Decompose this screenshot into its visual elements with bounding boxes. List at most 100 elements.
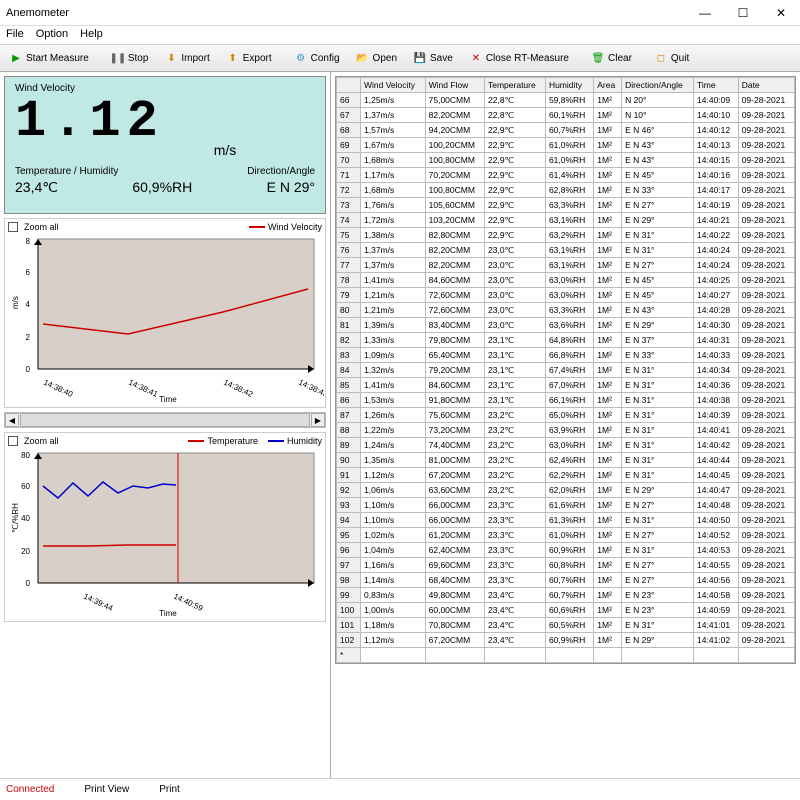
table-row[interactable]: 871,26m/s75,60CMM23,2℃65,0%RH1M²E N 31°1… [337, 408, 795, 423]
svg-text:14:38:43: 14:38:43 [297, 378, 324, 400]
table-row[interactable]: 941,10m/s66,00CMM23,3℃61,3%RH1M²E N 31°1… [337, 513, 795, 528]
gear-icon: ⚙ [294, 51, 308, 65]
table-row[interactable]: 961,04m/s62,40CMM23,3℃60,9%RH1M²E N 31°1… [337, 543, 795, 558]
export-button[interactable]: ⬆Export [219, 46, 279, 70]
col-header[interactable]: Date [738, 78, 794, 93]
save-button[interactable]: 💾Save [406, 46, 460, 70]
titlebar: Anemometer — ☐ ✕ [0, 0, 800, 26]
table-row[interactable]: 761,37m/s82,20CMM23,0℃63,1%RH1M²E N 31°1… [337, 243, 795, 258]
table-row[interactable]: 931,10m/s66,00CMM23,3℃61,6%RH1M²E N 27°1… [337, 498, 795, 513]
table-row[interactable]: 891,24m/s74,40CMM23,2℃63,0%RH1M²E N 31°1… [337, 438, 795, 453]
zoom-all-checkbox-1[interactable] [8, 222, 18, 232]
chart-scrollbar[interactable]: ◀ ▶ [4, 412, 326, 428]
table-row[interactable]: 821,33m/s79,80CMM23,1℃64,8%RH1M²E N 37°1… [337, 333, 795, 348]
table-row[interactable]: 751,38m/s82,80CMM22,9℃63,2%RH1M²E N 31°1… [337, 228, 795, 243]
menu-file[interactable]: File [6, 28, 24, 42]
col-header[interactable] [337, 78, 361, 93]
svg-text:0: 0 [26, 365, 31, 374]
table-row[interactable]: 781,41m/s84,60CMM23,0℃63,0%RH1M²E N 45°1… [337, 273, 795, 288]
close-rt-button[interactable]: ✕Close RT-Measure [462, 46, 576, 70]
table-row[interactable]: 711,17m/s70,20CMM22,9℃61,4%RH1M²E N 45°1… [337, 168, 795, 183]
table-row[interactable]: 701,68m/s100,80CMM22,9℃61,0%RH1M²E N 43°… [337, 153, 795, 168]
lcd-wind-value: 1.12 [15, 96, 315, 148]
toolbar: ▶Start Measure ❚❚Stop ⬇Import ⬆Export ⚙C… [0, 44, 800, 72]
svg-text:6: 6 [26, 268, 31, 277]
open-button[interactable]: 📂Open [349, 46, 404, 70]
table-row[interactable]: 951,02m/s61,20CMM23,3℃61,0%RH1M²E N 27°1… [337, 528, 795, 543]
import-icon: ⬇ [164, 51, 178, 65]
table-row[interactable]: 981,14m/s68,40CMM23,3℃60,7%RH1M²E N 27°1… [337, 573, 795, 588]
table-row[interactable]: 661,25m/s75,00CMM22,8℃59,8%RH1M²N 20°14:… [337, 93, 795, 108]
col-header[interactable]: Wind Velocity [361, 78, 426, 93]
svg-text:2: 2 [26, 333, 31, 342]
scroll-left-icon[interactable]: ◀ [5, 413, 19, 427]
data-grid[interactable]: Wind VelocityWind FlowTemperatureHumidit… [335, 76, 796, 664]
table-row[interactable]: 681,57m/s94,20CMM22,9℃60,7%RH1M²E N 46°1… [337, 123, 795, 138]
table-row[interactable]: 741,72m/s103,20CMM22,9℃63,1%RH1M²E N 29°… [337, 213, 795, 228]
table-row[interactable]: 1001,00m/s60,00CMM23,4℃60,6%RH1M²E N 23°… [337, 603, 795, 618]
start-measure-button[interactable]: ▶Start Measure [2, 46, 96, 70]
lcd-hum: 60,9%RH [132, 179, 192, 196]
menu-option[interactable]: Option [36, 28, 68, 42]
svg-text:20: 20 [21, 547, 30, 556]
table-row[interactable]: 791,21m/s72,60CMM23,0℃63,0%RH1M²E N 45°1… [337, 288, 795, 303]
svg-text:m/s: m/s [11, 296, 20, 309]
wind-velocity-chart[interactable]: 0 2 4 6 8 14:38:40 14:38:41 14:38:42 14:… [8, 234, 324, 404]
col-header[interactable]: Time [694, 78, 739, 93]
trash-icon: 🗑 [591, 51, 605, 65]
table-row[interactable]: 671,37m/s82,20CMM22,8℃60,1%RH1M²N 10°14:… [337, 108, 795, 123]
temp-hum-chart-panel: Zoom all Temperature Humidity 0 20 40 60… [4, 432, 326, 622]
table-row[interactable]: 881,22m/s73,20CMM23,2℃63,9%RH1M²E N 31°1… [337, 423, 795, 438]
print-view-button[interactable]: Print View [84, 784, 129, 795]
svg-text:60: 60 [21, 482, 30, 491]
svg-text:Time: Time [159, 395, 177, 404]
table-row[interactable]: 721,68m/s100,80CMM22,9℃62,8%RH1M²E N 33°… [337, 183, 795, 198]
quit-icon: ◻ [654, 51, 668, 65]
menu-help[interactable]: Help [80, 28, 103, 42]
table-row[interactable]: 841,32m/s79,20CMM23,1℃67,4%RH1M²E N 31°1… [337, 363, 795, 378]
table-row[interactable]: 921,06m/s63,60CMM23,2℃62,0%RH1M²E N 29°1… [337, 483, 795, 498]
table-row[interactable]: 831,09m/s65,40CMM23,1℃66,8%RH1M²E N 33°1… [337, 348, 795, 363]
svg-text:Time: Time [159, 609, 177, 618]
col-header[interactable]: Humidity [545, 78, 593, 93]
table-row[interactable]: 990,83m/s49,80CMM23,4℃60,7%RH1M²E N 23°1… [337, 588, 795, 603]
statusbar: Connected Print View Print [0, 778, 800, 800]
col-header[interactable]: Area [594, 78, 622, 93]
lcd-th-label: Temperature / Humidity [15, 166, 118, 177]
table-row[interactable]: 801,21m/s72,60CMM23,0℃63,3%RH1M²E N 43°1… [337, 303, 795, 318]
svg-text:0: 0 [26, 579, 31, 588]
table-row[interactable]: 971,16m/s69,60CMM23,3℃60,8%RH1M²E N 27°1… [337, 558, 795, 573]
config-button[interactable]: ⚙Config [287, 46, 347, 70]
table-row[interactable]: 861,53m/s91,80CMM23,1℃66,1%RH1M²E N 31°1… [337, 393, 795, 408]
table-row[interactable]: 911,12m/s67,20CMM23,2℃62,2%RH1M²E N 31°1… [337, 468, 795, 483]
folder-open-icon: 📂 [356, 51, 370, 65]
table-row[interactable]: 1011,18m/s70,80CMM23,4℃60,5%RH1M²E N 31°… [337, 618, 795, 633]
maximize-button[interactable]: ☐ [724, 0, 762, 26]
table-row[interactable]: 731,76m/s105,60CMM22,9℃63,3%RH1M²E N 27°… [337, 198, 795, 213]
quit-button[interactable]: ◻Quit [647, 46, 696, 70]
close-button[interactable]: ✕ [762, 0, 800, 26]
table-row[interactable]: 901,35m/s81,00CMM23,2℃62,4%RH1M²E N 31°1… [337, 453, 795, 468]
table-row[interactable]: 1021,12m/s67,20CMM23,4℃60,9%RH1M²E N 29°… [337, 633, 795, 648]
table-row[interactable]: 851,41m/s84,60CMM23,1℃67,0%RH1M²E N 31°1… [337, 378, 795, 393]
svg-text:40: 40 [21, 514, 30, 523]
table-row[interactable]: 691,67m/s100,20CMM22,9℃61,0%RH1M²E N 43°… [337, 138, 795, 153]
scroll-right-icon[interactable]: ▶ [311, 413, 325, 427]
pause-icon: ❚❚ [111, 51, 125, 65]
import-button[interactable]: ⬇Import [157, 46, 216, 70]
zoom-all-checkbox-2[interactable] [8, 436, 18, 446]
temp-humidity-chart[interactable]: 0 20 40 60 80 14:39:44 14:40:59 ℃/%RH Ti… [8, 448, 324, 618]
window-title: Anemometer [6, 7, 69, 19]
print-button[interactable]: Print [159, 784, 180, 795]
table-row[interactable]: 771,37m/s82,20CMM23,0℃63,1%RH1M²E N 27°1… [337, 258, 795, 273]
svg-text:14:39:44: 14:39:44 [82, 592, 115, 614]
minimize-button[interactable]: — [686, 0, 724, 26]
col-header[interactable]: Temperature [485, 78, 546, 93]
svg-text:80: 80 [21, 451, 30, 460]
clear-button[interactable]: 🗑Clear [584, 46, 639, 70]
table-row[interactable]: 811,39m/s83,40CMM23,0℃63,6%RH1M²E N 29°1… [337, 318, 795, 333]
stop-button[interactable]: ❚❚Stop [104, 46, 156, 70]
col-header[interactable]: Wind Flow [425, 78, 484, 93]
wind-chart-panel: Zoom all Wind Velocity 0 2 4 6 8 14:38:4… [4, 218, 326, 408]
col-header[interactable]: Direction/Angle [622, 78, 694, 93]
